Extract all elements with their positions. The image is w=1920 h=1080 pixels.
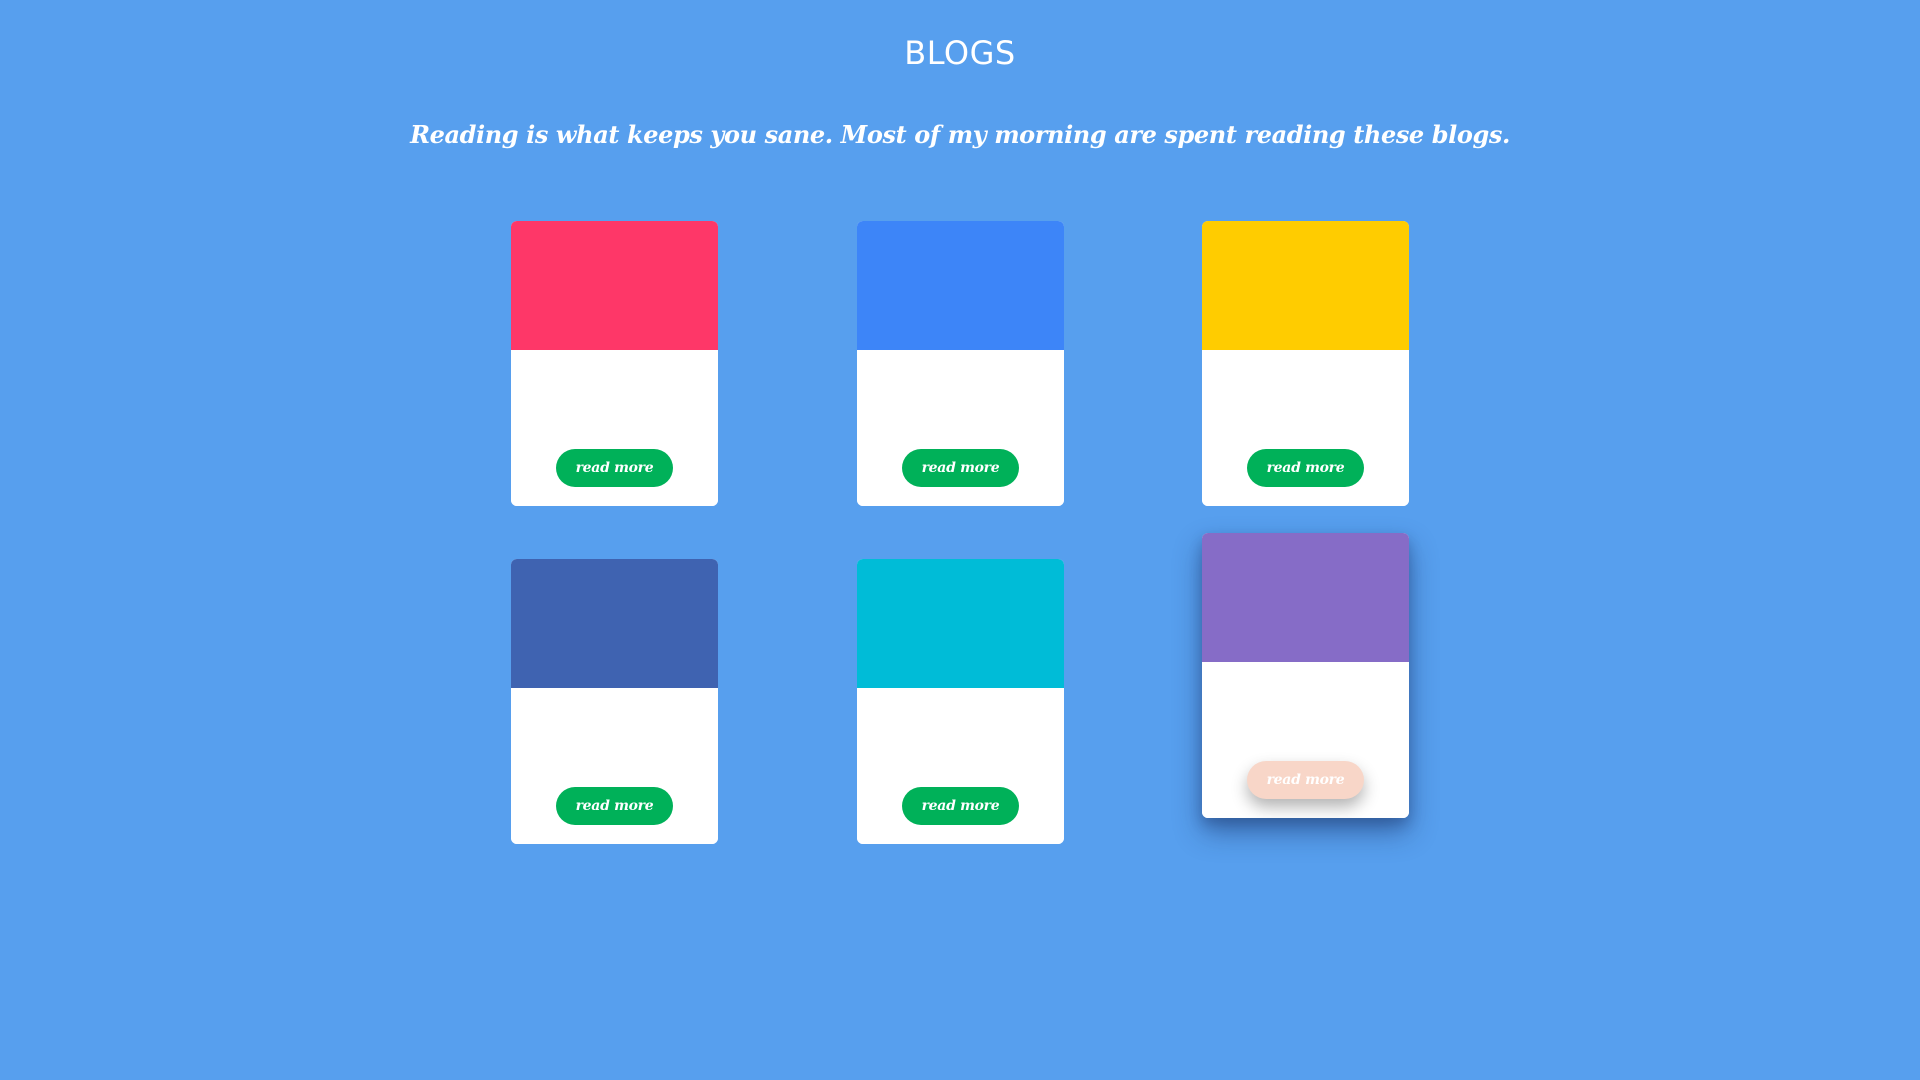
card-color-header: [857, 559, 1064, 688]
blog-card[interactable]: read more: [857, 559, 1064, 844]
read-more-button[interactable]: read more: [902, 449, 1019, 487]
card-color-header: [1202, 533, 1409, 662]
card-color-header: [511, 559, 718, 688]
read-more-button[interactable]: read more: [1247, 761, 1364, 799]
blog-card[interactable]: read more: [511, 559, 718, 844]
card-color-header: [511, 221, 718, 350]
read-more-button[interactable]: read more: [1247, 449, 1364, 487]
blog-card[interactable]: read more: [857, 221, 1064, 506]
blog-card[interactable]: read more: [1202, 533, 1409, 818]
page-subtitle: Reading is what keeps you sane. Most of …: [410, 120, 1510, 149]
card-color-header: [1202, 221, 1409, 350]
read-more-button[interactable]: read more: [902, 787, 1019, 825]
read-more-button[interactable]: read more: [556, 449, 673, 487]
page-title: BLOGS: [904, 34, 1016, 72]
card-color-header: [857, 221, 1064, 350]
read-more-button[interactable]: read more: [556, 787, 673, 825]
blog-card[interactable]: read more: [511, 221, 718, 506]
blog-card[interactable]: read more: [1202, 221, 1409, 506]
